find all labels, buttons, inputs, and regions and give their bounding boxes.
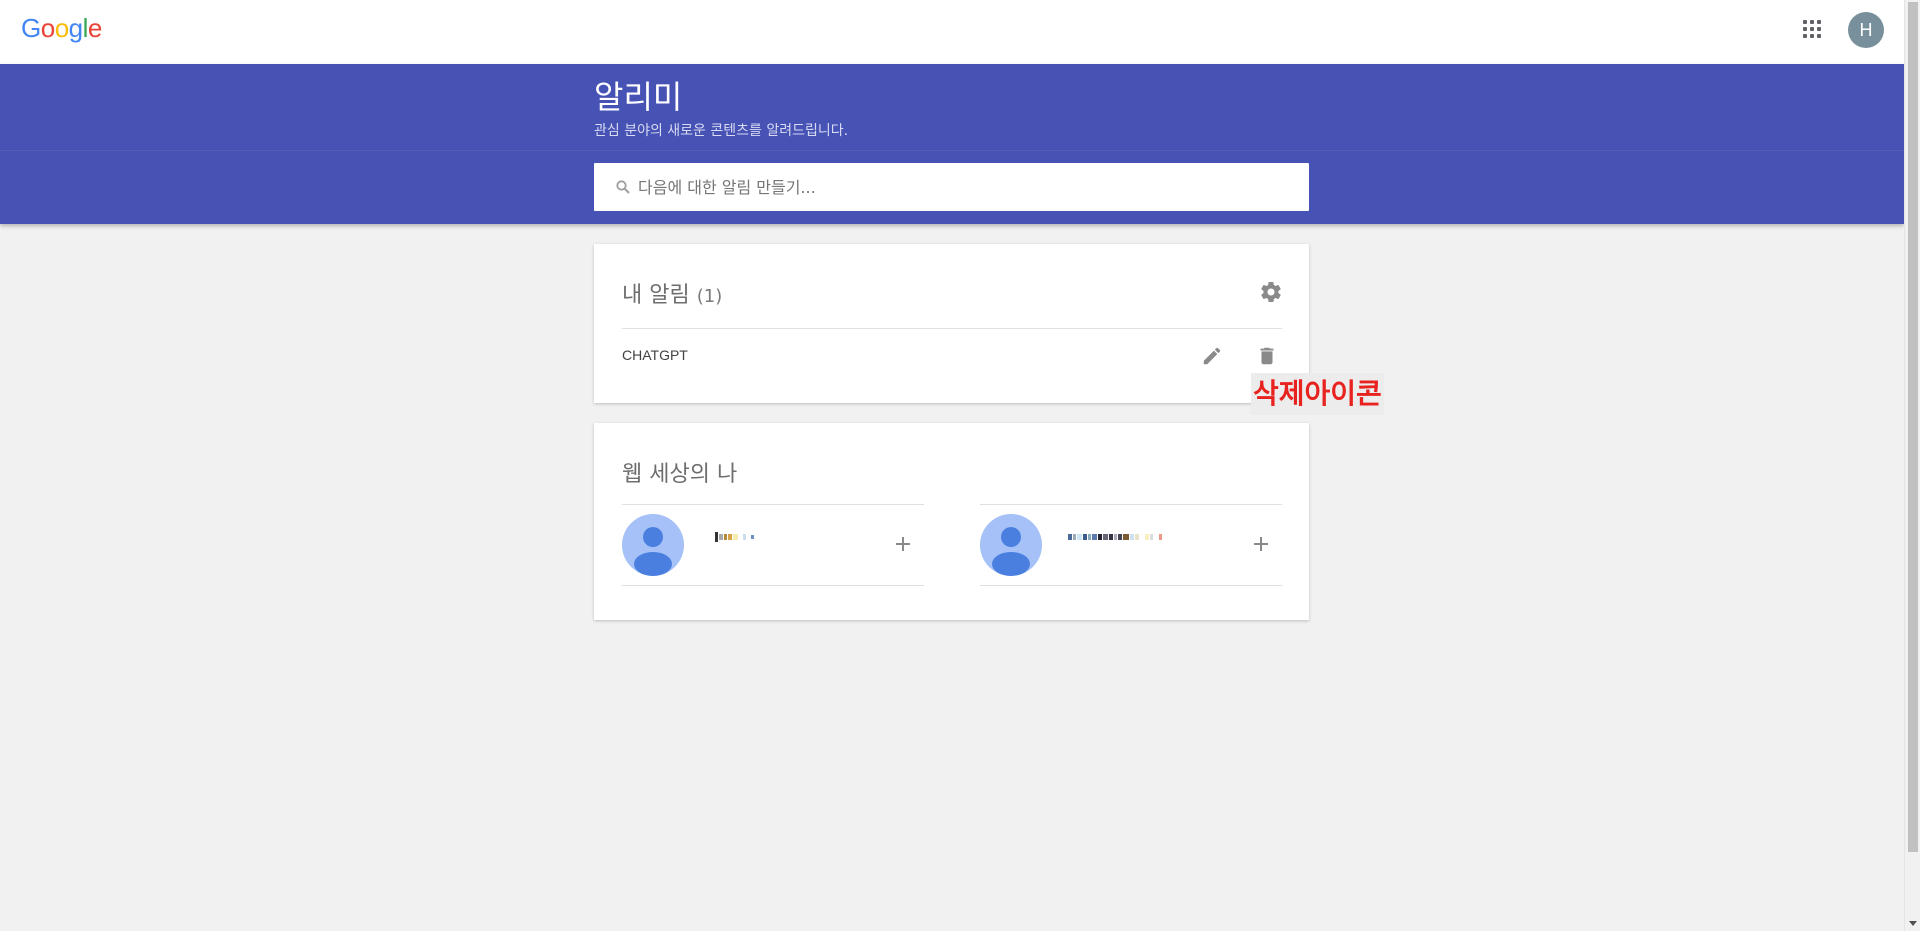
me-on-web-title: 웹 세상의 나 — [622, 462, 738, 487]
me-on-web-card: 웹 세상의 나 — [594, 423, 1309, 620]
page-scrollbar[interactable] — [1904, 0, 1920, 931]
plus-icon[interactable] — [893, 534, 913, 554]
logo-letter: o — [40, 13, 55, 43]
logo-letter: G — [21, 13, 41, 43]
page-title: 알리미 — [594, 78, 683, 116]
divider — [622, 328, 1282, 329]
plus-icon[interactable] — [1251, 534, 1271, 554]
apps-grid-icon[interactable] — [1800, 17, 1824, 41]
header-divider — [0, 150, 1904, 151]
my-alerts-title-text: 내 알림 — [622, 283, 690, 308]
edit-pencil-icon[interactable] — [1201, 345, 1223, 367]
delete-icon-annotation: 삭제아이콘 — [1251, 373, 1384, 415]
divider — [622, 585, 924, 586]
divider — [980, 504, 1282, 505]
logo-letter: g — [68, 13, 83, 43]
top-bar: Google H — [0, 0, 1904, 64]
logo-letter: e — [87, 13, 102, 43]
google-logo[interactable]: Google — [21, 13, 102, 44]
trash-icon[interactable] — [1256, 345, 1278, 367]
alert-item-label[interactable]: CHATGPT — [622, 347, 688, 363]
scrollbar-thumb[interactable] — [1908, 2, 1918, 852]
list-item — [622, 504, 924, 587]
redacted-name — [715, 530, 754, 544]
gear-icon[interactable] — [1259, 280, 1283, 304]
logo-letter: o — [54, 13, 69, 43]
page-subtitle: 관심 분야의 새로운 콘텐츠를 알려드립니다. — [594, 123, 849, 139]
account-avatar[interactable]: H — [1848, 12, 1884, 48]
person-silhouette-icon — [992, 527, 1030, 576]
person-avatar — [622, 514, 684, 576]
page-header: 알리미 관심 분야의 새로운 콘텐츠를 알려드립니다. — [0, 64, 1904, 224]
alert-count: (1) — [696, 286, 723, 307]
divider — [622, 504, 924, 505]
my-alerts-title: 내 알림 (1) — [622, 277, 722, 309]
redacted-name — [1068, 530, 1162, 544]
search-box[interactable] — [594, 163, 1309, 211]
person-silhouette-icon — [634, 527, 672, 576]
create-alert-input[interactable] — [638, 163, 1288, 211]
person-avatar — [980, 514, 1042, 576]
list-item — [980, 504, 1282, 587]
divider — [980, 585, 1282, 586]
scroll-down-arrow-icon[interactable] — [1909, 921, 1917, 926]
search-icon — [616, 180, 630, 194]
my-alerts-card: 내 알림 (1) CHATGPT — [594, 244, 1309, 403]
